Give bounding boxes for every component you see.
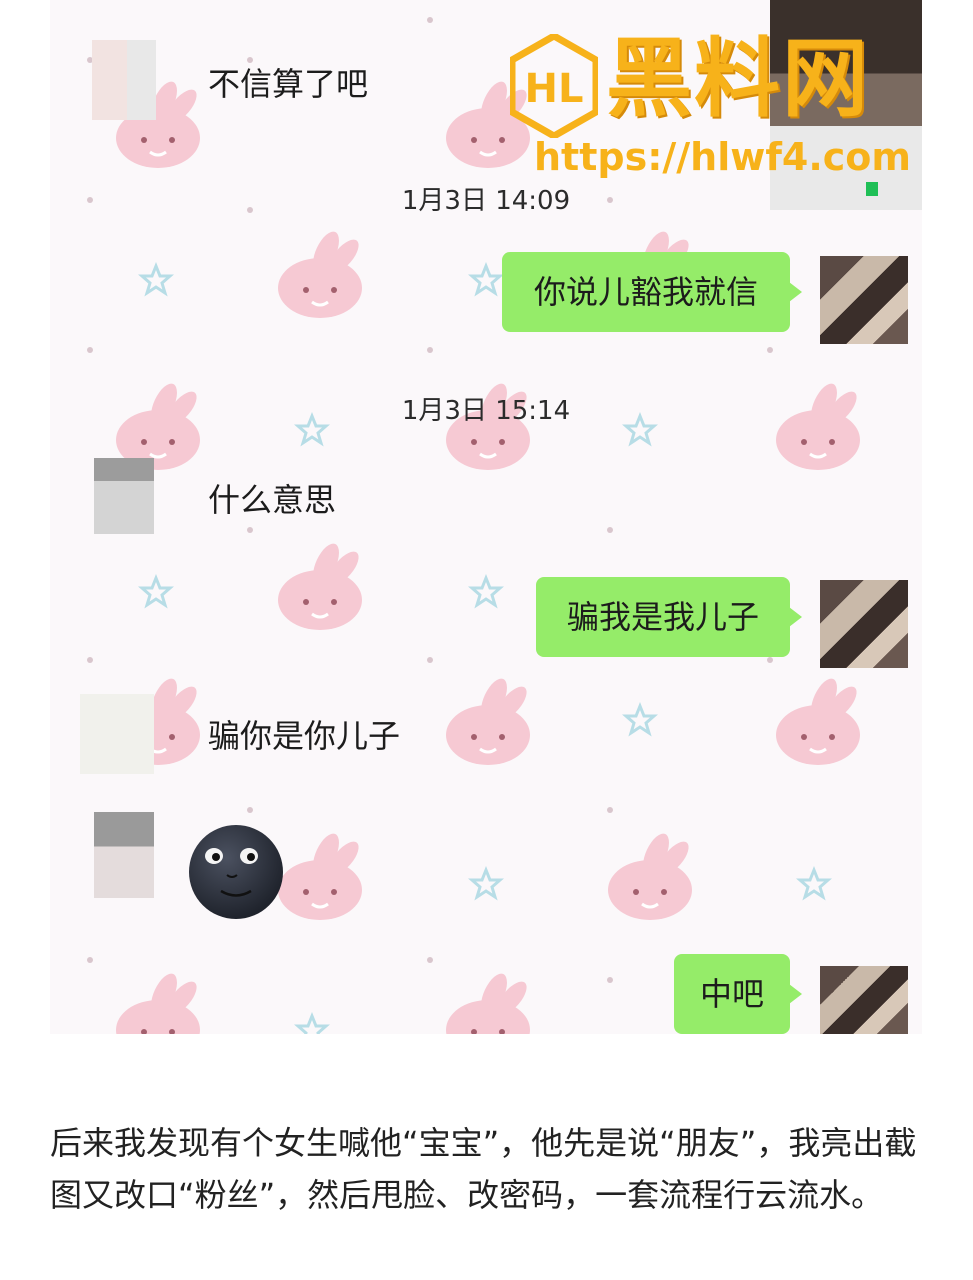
hl-logo-icon: HL [510, 34, 598, 138]
message-bubble-sent[interactable]: 骗我是我儿子 [536, 577, 802, 657]
contact-avatar[interactable] [94, 812, 154, 898]
svg-text:HL: HL [525, 66, 584, 112]
contact-avatar[interactable] [80, 694, 154, 774]
message-bubble-sent[interactable]: 你说儿豁我就信 [502, 252, 802, 332]
my-avatar[interactable] [820, 966, 908, 1034]
message-text: 骗你是你儿子 [208, 717, 401, 755]
message-text: 不信算了吧 [208, 65, 369, 103]
contact-avatar[interactable] [94, 458, 154, 534]
timestamp: 1月3日 15:14 [401, 396, 571, 426]
watermark-url: https://hlwf4.com [534, 135, 911, 179]
message-bubble-received[interactable]: 不信算了吧 [180, 62, 396, 106]
message-text: 什么意思 [208, 481, 337, 519]
message-bubble-sent[interactable]: 中吧 [674, 954, 802, 1034]
message-text: 你说儿豁我就信 [533, 273, 758, 311]
my-avatar[interactable] [820, 256, 908, 344]
watermark-title: 黑料网 [606, 29, 870, 129]
new-moon-face-emoji[interactable] [187, 823, 285, 921]
site-watermark: HL 黑料网 https://hlwf4.com [510, 30, 950, 190]
contact-avatar[interactable] [92, 40, 156, 120]
message-text: 骗我是我儿子 [566, 598, 759, 636]
my-avatar[interactable] [820, 580, 908, 668]
message-bubble-received[interactable]: 骗你是你儿子 [180, 714, 428, 758]
message-bubble-received[interactable]: 什么意思 [180, 478, 364, 522]
article-paragraph: 后来我发现有个女生喊他“宝宝”，他先是说“朋友”，我亮出截图又改口“粉丝”，然后… [50, 1124, 917, 1214]
message-text: 中吧 [700, 975, 765, 1013]
